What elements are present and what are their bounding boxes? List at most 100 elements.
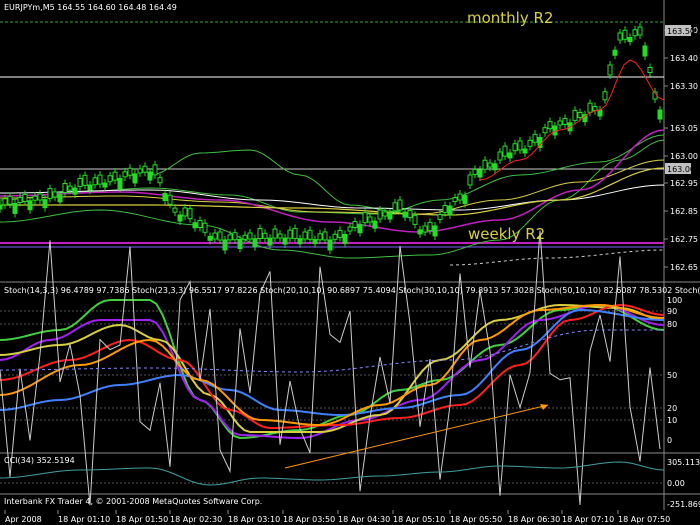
candle-body	[17, 197, 23, 203]
candle-body	[287, 229, 293, 239]
price-axis-label: 162.65	[670, 263, 698, 272]
candle-body	[222, 239, 228, 251]
candle-body	[372, 220, 378, 229]
time-axis-label: 18 Apr 01:50	[116, 515, 168, 524]
time-axis-label: 18 Apr 03:10	[228, 515, 280, 524]
time-axis-label: 18 Apr 06:30	[508, 515, 560, 524]
candle-body	[182, 207, 188, 217]
candle-body	[177, 214, 183, 222]
candle-body	[387, 212, 393, 220]
candle-body	[197, 220, 203, 228]
time-axis-label: 18 Apr 05:50	[450, 515, 502, 524]
candle-body	[317, 233, 323, 241]
candle-body	[277, 233, 283, 239]
candle-body	[52, 191, 58, 198]
fast-stoch-line	[0, 230, 661, 506]
stoch-line	[0, 308, 665, 417]
candle-body	[132, 173, 138, 184]
candle-body	[237, 239, 243, 249]
price-axis-label: 162.85	[670, 207, 698, 216]
time-axis-label: 18 Apr 04:30	[338, 515, 390, 524]
candle-body	[532, 133, 538, 143]
candle-body	[507, 152, 513, 159]
copyright-text: Interbank FX Trader 4, © 2001-2008 MetaQ…	[4, 497, 263, 506]
candle-body	[307, 229, 313, 240]
cci-axis-label: 305.1133	[667, 458, 700, 467]
candle-body	[92, 177, 98, 186]
candle-body	[247, 232, 253, 240]
candle-body	[437, 214, 443, 221]
candle-body	[322, 231, 328, 241]
candle-body	[502, 145, 508, 157]
candle-body	[617, 32, 623, 41]
candle-body	[517, 140, 523, 151]
candle-body	[302, 231, 308, 240]
candle-body	[167, 194, 173, 205]
candle-body	[497, 151, 503, 161]
candle-body	[122, 171, 128, 178]
candle-body	[257, 228, 263, 239]
candle-body	[357, 224, 363, 234]
chart-canvas[interactable]: 163.50 163.40 163.30 163.05 163.00 162.95 162.…	[0, 0, 700, 525]
stoch-axis-label: 90	[667, 307, 677, 316]
stoch-line	[0, 303, 665, 427]
candle-body	[442, 204, 448, 213]
trading-chart-window[interactable]: 163.50 163.40 163.30 163.05 163.00 162.95 162.…	[0, 0, 700, 525]
candle-body	[272, 228, 278, 239]
stoch-axis-label: 100	[667, 296, 682, 305]
price-axis-label: 163.05	[670, 124, 698, 133]
bollinger-upper-band	[149, 149, 401, 213]
candle-body	[202, 222, 208, 233]
candle-body	[292, 227, 298, 239]
cci-axis-label: -251.869	[667, 500, 700, 509]
candle-body	[362, 212, 368, 224]
candle-body	[472, 168, 478, 175]
candle-body	[477, 169, 483, 178]
candle-body	[327, 239, 333, 251]
candle-body	[382, 211, 388, 217]
candle-body	[587, 102, 593, 113]
candle-body	[622, 29, 628, 40]
candle-body	[542, 127, 548, 134]
candle-body	[2, 198, 8, 206]
price-tag-label: 163.00	[667, 165, 695, 174]
price-tag-label: 163.50	[667, 27, 695, 36]
candle-body	[7, 195, 13, 205]
cci-line	[0, 461, 665, 486]
moving-average-line	[0, 184, 665, 211]
candle-body	[62, 183, 68, 193]
candle-body	[337, 229, 343, 238]
candle-body	[607, 64, 613, 76]
candle-body	[637, 26, 643, 36]
candle-body	[192, 222, 198, 229]
price-axis-label: 162.95	[670, 179, 698, 188]
candle-body	[602, 91, 608, 101]
candle-body	[262, 232, 268, 239]
stoch-axis-label: 10	[667, 416, 677, 425]
candle-body	[42, 199, 48, 209]
candle-body	[152, 164, 158, 176]
candle-body	[187, 208, 193, 220]
candle-body	[527, 139, 533, 147]
candle-body	[22, 194, 28, 203]
candle-body	[57, 194, 63, 203]
candle-body	[207, 235, 213, 241]
candle-body	[447, 205, 453, 216]
candle-body	[117, 178, 123, 189]
candle-body	[147, 171, 153, 181]
price-axis-label: 162.75	[670, 235, 698, 244]
candle-body	[367, 216, 373, 223]
stoch-axis-label: 80	[667, 320, 677, 329]
candle-body	[0, 204, 3, 210]
candle-body	[612, 49, 618, 56]
price-axis-label: 163.00	[670, 152, 698, 161]
candle-body	[142, 165, 148, 173]
candle-body	[432, 225, 438, 237]
candle-body	[457, 193, 463, 201]
candle-body	[342, 233, 348, 244]
candle-body	[32, 195, 38, 201]
candle-body	[482, 159, 488, 170]
candle-body	[137, 168, 143, 174]
cci-pane-title: CCI(34) 352.5194	[4, 456, 75, 465]
candle-body	[572, 109, 578, 121]
